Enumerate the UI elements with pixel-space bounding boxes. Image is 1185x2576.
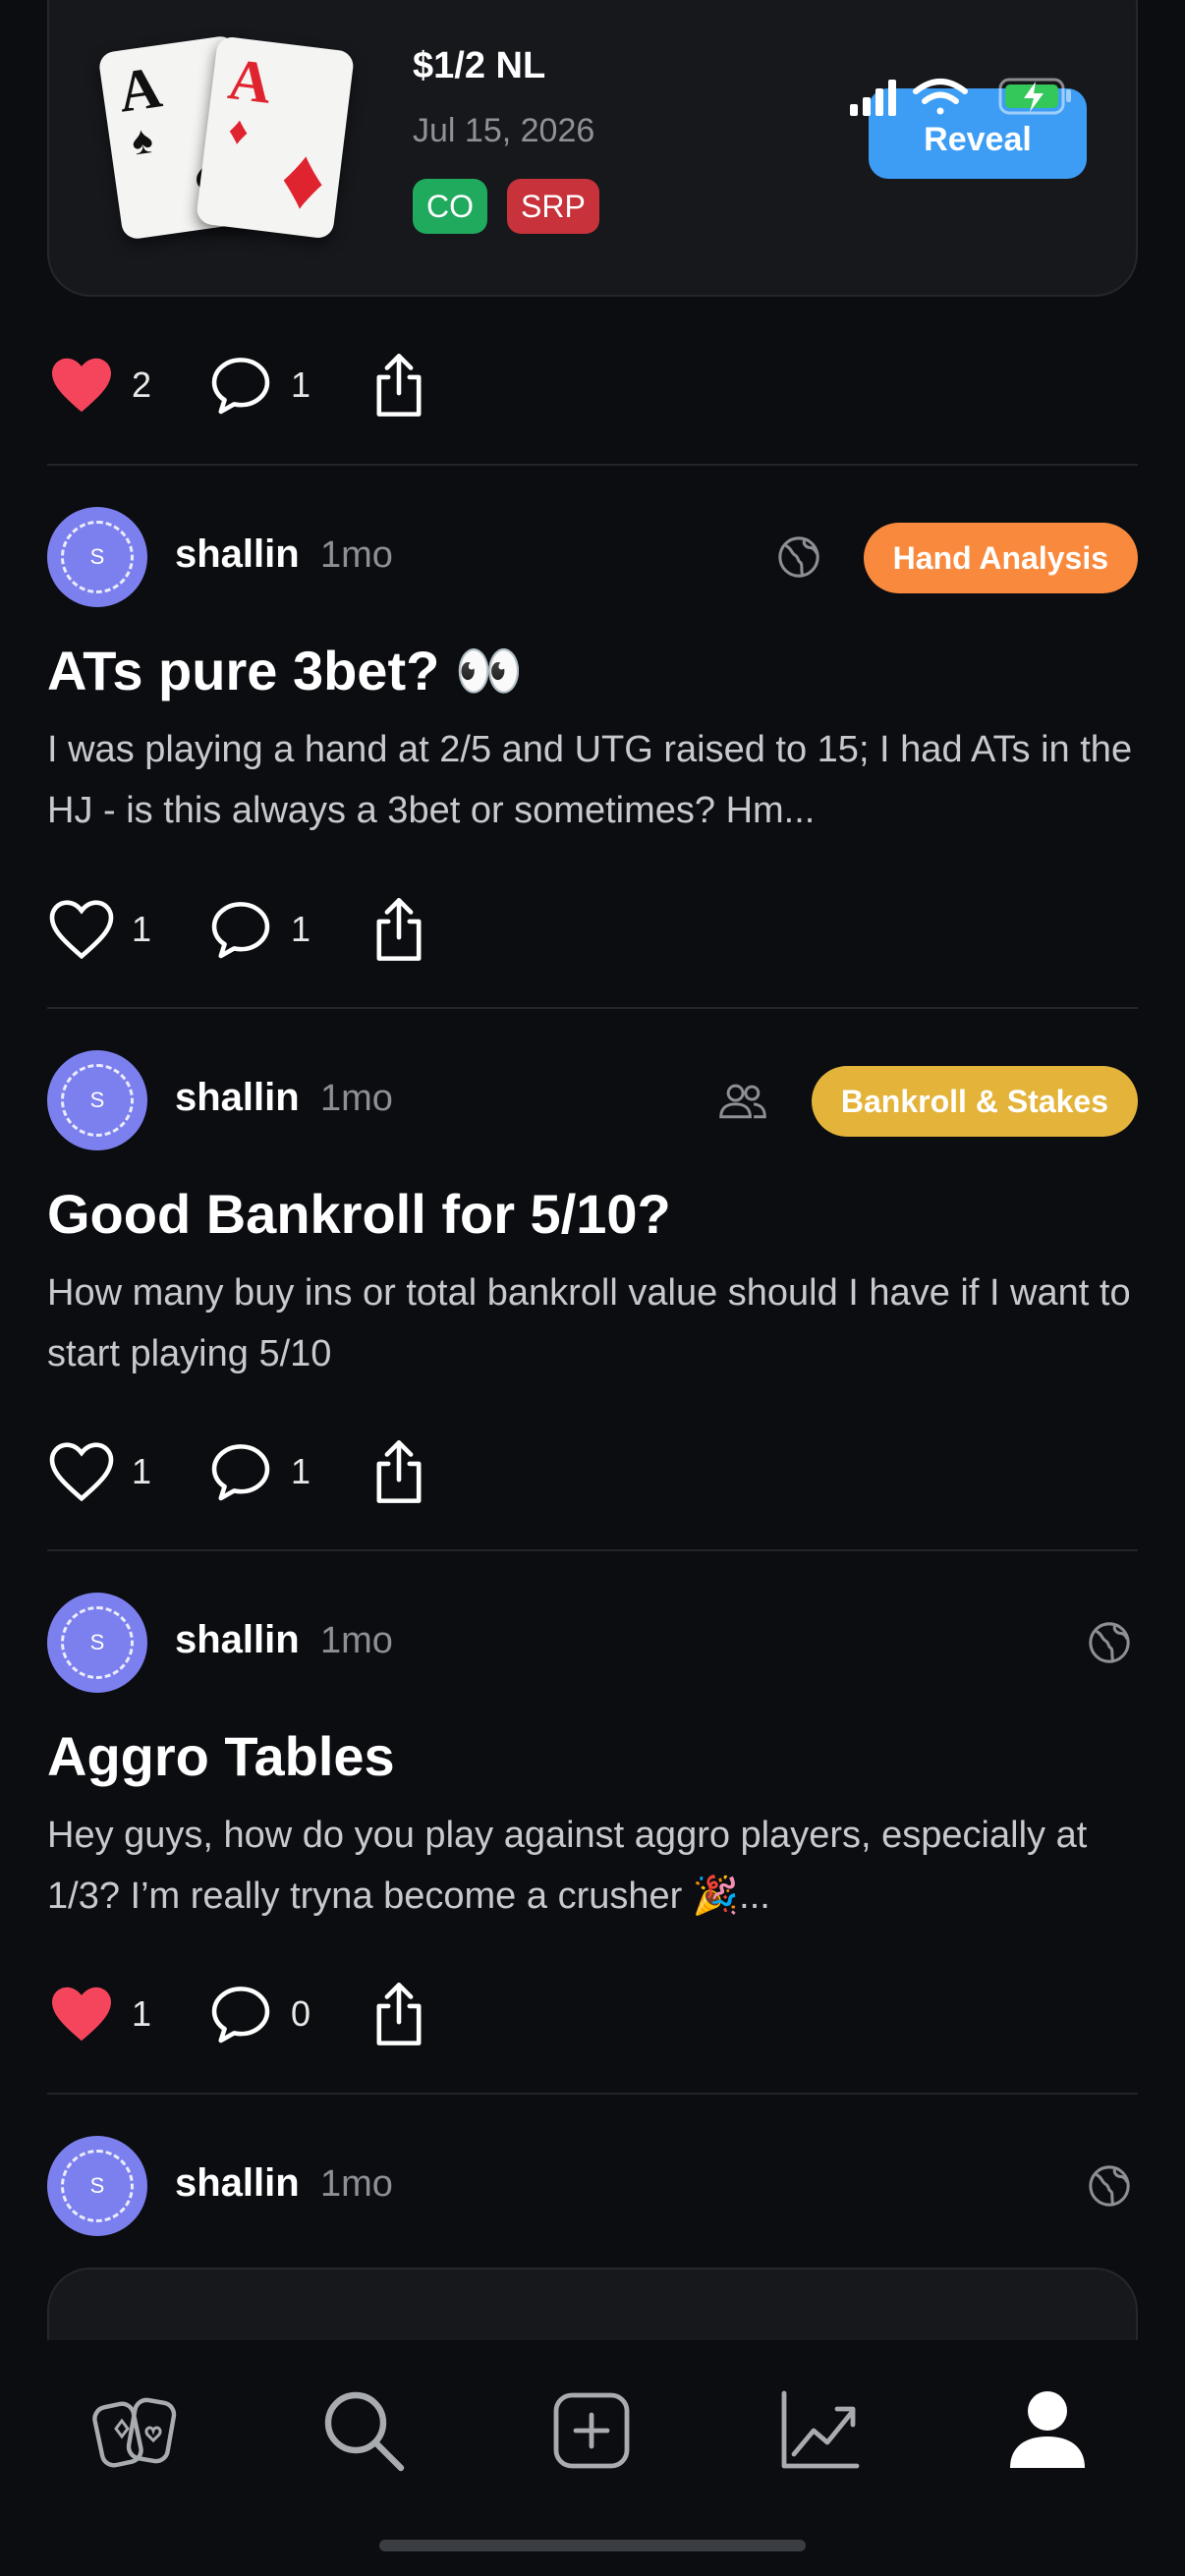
post-header: S shallin 1mo [47,1593,1138,1695]
feed-screen: A ♠ ♠ A ♦ ♦ $1/2 NL Jul 15, 2026 CO SRP … [0,0,1185,2576]
comment-count: 1 [291,364,311,405]
globe-icon [1089,2165,1130,2207]
avatar-initial: S [89,1088,105,1112]
profile-icon[interactable] [998,2381,1097,2480]
like-count: 1 [132,909,152,949]
battery-charging-icon [998,78,1071,115]
like-button[interactable]: 1 [49,1975,151,2053]
comment-icon [211,902,270,959]
add-post-icon[interactable] [542,2381,641,2480]
like-count: 1 [132,1451,152,1491]
comment-icon [211,358,270,415]
home-indicator [379,2540,806,2551]
hand-card[interactable]: A ♠ ♠ A ♦ ♦ $1/2 NL Jul 15, 2026 CO SRP … [47,0,1138,297]
post-body: I was playing a hand at 2/5 and UTG rais… [47,729,1133,831]
share-icon [376,354,422,417]
post-actions: 1 1 [47,1432,460,1511]
search-icon[interactable] [314,2381,413,2480]
comment-icon [211,1444,270,1501]
category-tag[interactable]: Hand Analysis [863,523,1138,593]
like-button[interactable]: 1 [49,1432,151,1511]
post-body: Hey guys, how do you play against aggro … [47,1815,1088,1917]
username[interactable]: shallin [175,2161,300,2206]
hand-stakes: $1/2 NL [413,45,546,86]
comment-button[interactable]: 1 [208,1432,310,1511]
avatar[interactable]: S [47,1050,147,1150]
heart-outline-icon [49,1442,114,1501]
stats-chart-icon[interactable] [770,2381,869,2480]
post-title: Aggro Tables [47,1725,395,1787]
globe-icon [1089,1622,1130,1663]
comment-button[interactable]: 1 [208,890,310,969]
avatar-initial: S [89,544,105,569]
avatar[interactable]: S [47,2136,147,2236]
share-icon [376,898,422,961]
card-rank: A [224,46,276,116]
playing-card: A ♦ ♦ [195,35,356,240]
position-badge: CO [413,179,487,234]
heart-outline-icon [49,900,114,959]
share-button[interactable] [369,1432,428,1511]
status-bar-icons [850,78,1071,116]
avatar[interactable]: S [47,507,147,607]
hand-date: Jul 15, 2026 [413,112,595,149]
avatar-initial: S [89,1630,105,1654]
like-button[interactable]: 2 [49,346,151,424]
pot-type-badge: SRP [507,179,599,234]
username[interactable]: shallin [175,532,300,577]
card-rank: A [114,54,166,125]
globe-icon [778,536,819,578]
hand-badges: CO SRP [413,179,599,234]
comment-count: 1 [291,1451,311,1491]
post-header: S shallin 1mo [47,2136,1138,2238]
cellular-signal-icon [850,80,896,116]
comment-button[interactable]: 1 [208,346,310,424]
post-header: S shallin 1mo Bankroll & Stakes [47,1050,1138,1152]
username[interactable]: shallin [175,1618,300,1662]
comment-icon [211,1987,270,2044]
comment-count: 1 [291,909,311,949]
divider [47,1549,1138,1551]
post-body: How many buy ins or total bankroll value… [47,1272,1131,1374]
diamond-icon: ♦ [225,108,252,154]
like-button[interactable]: 1 [49,890,151,969]
comment-count: 0 [291,1993,311,2034]
share-icon [376,1440,422,1503]
post-actions: 2 1 [47,346,460,424]
like-count: 1 [132,1993,152,2034]
post-title: ATs pure 3bet? 👀 [47,640,524,701]
share-button[interactable] [369,1975,428,2053]
heart-filled-icon [52,1987,111,2042]
comment-button[interactable]: 0 [208,1975,310,2053]
cards-icon[interactable] [86,2381,185,2480]
friends-icon [719,1084,766,1119]
post-time: 1mo [320,2163,393,2205]
post-time: 1mo [320,1620,393,1661]
like-count: 2 [132,364,152,405]
avatar-initial: S [89,2173,105,2198]
category-tag[interactable]: Bankroll & Stakes [811,1066,1138,1137]
share-button[interactable] [369,346,428,424]
divider [47,1007,1138,1009]
share-icon [376,1983,422,2045]
post-time: 1mo [320,534,393,576]
feed-post[interactable]: S shallin 1mo [47,2136,1138,2244]
post-actions: 1 0 [47,1975,460,2053]
divider [47,464,1138,466]
spade-icon: ♠ [129,117,156,164]
post-actions: 1 1 [47,890,460,969]
avatar[interactable]: S [47,1593,147,1693]
diamond-icon: ♦ [275,127,332,230]
post-title: Good Bankroll for 5/10? [47,1183,671,1245]
heart-filled-icon [52,358,111,413]
wifi-icon [913,79,968,115]
post-header: S shallin 1mo Hand Analysis [47,507,1138,609]
post-time: 1mo [320,1078,393,1119]
username[interactable]: shallin [175,1076,300,1120]
divider [47,2093,1138,2095]
share-button[interactable] [369,890,428,969]
